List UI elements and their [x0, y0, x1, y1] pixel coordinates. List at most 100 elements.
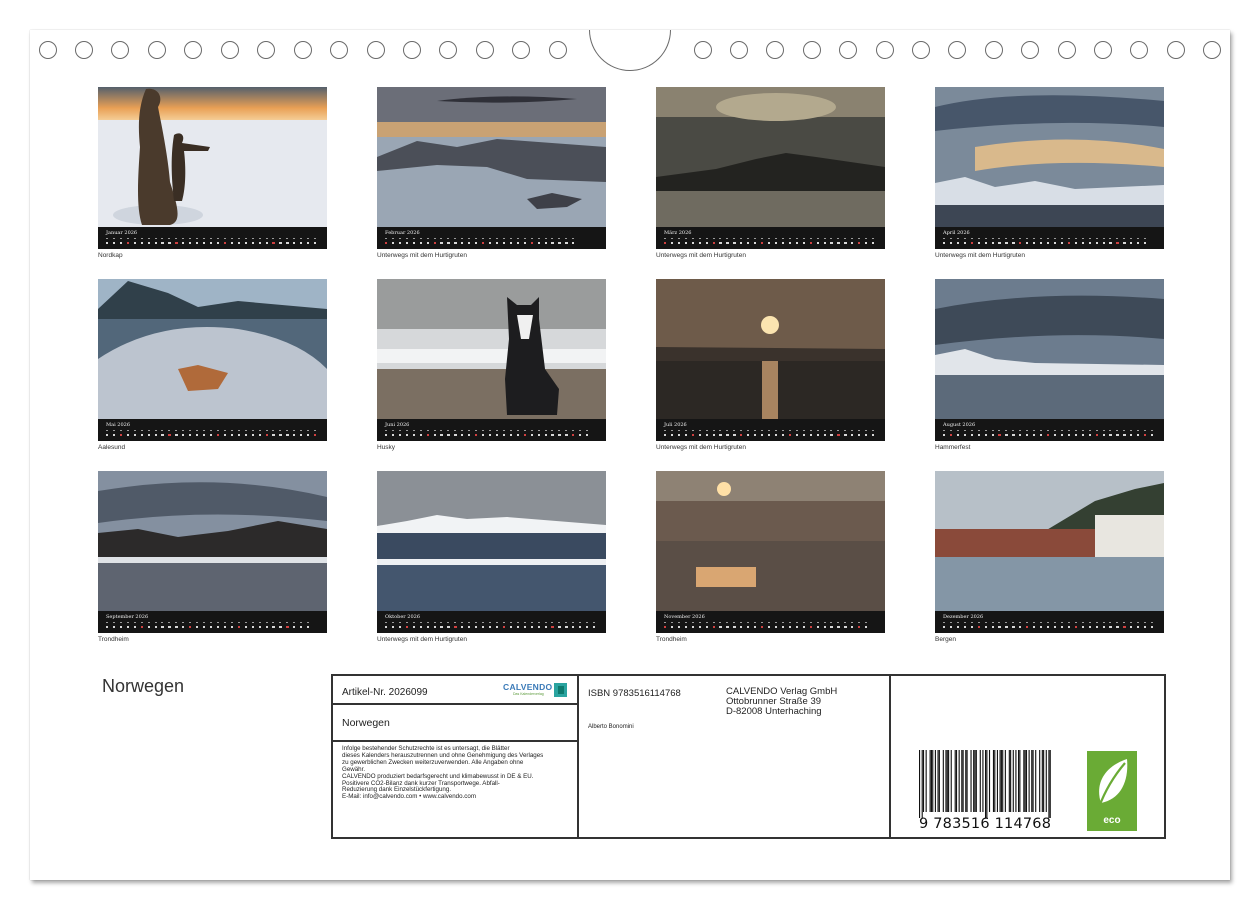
day-number-mark	[133, 434, 136, 436]
day-number-mark	[809, 434, 812, 436]
day-number-mark	[468, 434, 471, 436]
weekday-mark	[196, 622, 199, 624]
weekday-mark	[943, 430, 945, 432]
barcode-bar	[982, 750, 984, 812]
barcode-bar	[1002, 750, 1004, 812]
day-number-mark	[216, 626, 220, 628]
weekday-mark	[265, 622, 268, 624]
day-number-mark	[230, 626, 234, 628]
day-number-mark	[189, 626, 192, 628]
weekday-mark	[677, 238, 680, 240]
weekday-mark	[872, 430, 875, 432]
weekday-mark	[761, 430, 764, 432]
day-grid	[943, 238, 1158, 246]
weekday-mark	[223, 622, 226, 624]
weekday-mark	[1074, 238, 1077, 240]
day-number-mark	[733, 626, 736, 628]
month-label: März 2026	[664, 230, 692, 236]
weekday-mark	[502, 430, 505, 432]
barcode-bar	[965, 750, 967, 812]
day-number-mark	[1005, 434, 1008, 436]
day-number-mark	[433, 626, 436, 628]
day-number-mark	[991, 626, 994, 628]
weekday-mark	[788, 238, 791, 240]
weekday-mark	[1081, 238, 1084, 240]
day-number-mark	[1095, 434, 1098, 436]
day-number-mark	[433, 242, 436, 244]
calendar-strip: März 2026	[656, 227, 885, 249]
barcode-bar	[946, 750, 948, 812]
weekday-mark	[1005, 238, 1008, 240]
weekday-mark	[426, 238, 429, 240]
photo-caption: Bergen	[935, 636, 956, 643]
day-number-mark	[293, 626, 296, 628]
day-number-mark	[872, 434, 875, 436]
day-number-mark	[1033, 626, 1036, 628]
day-number-mark	[670, 434, 674, 436]
spiral-ring-icon	[148, 41, 166, 59]
weekday-mark	[286, 622, 289, 624]
weekday-mark	[293, 622, 296, 624]
day-number-mark	[509, 434, 513, 436]
day-number-mark	[984, 434, 987, 436]
month-thumbnail: Juli 2026 Unterwegs mit dem Hurtigruten	[656, 279, 885, 451]
weekday-mark	[1033, 238, 1036, 240]
weekday-mark	[795, 430, 798, 432]
month-label: Oktober 2026	[385, 614, 421, 620]
weekday-mark	[495, 238, 498, 240]
weekday-mark	[154, 238, 157, 240]
day-number-mark	[719, 242, 722, 244]
month-thumbnail: August 2026 Hammerfest	[935, 279, 1164, 451]
weekday-mark	[1137, 430, 1140, 432]
weekday-mark	[468, 622, 471, 624]
spiral-ring-icon	[839, 41, 857, 59]
spiral-ring-icon	[912, 41, 930, 59]
day-number-mark	[300, 434, 303, 436]
isbn: ISBN 9783516114768	[588, 688, 681, 699]
weekday-mark	[677, 622, 680, 624]
day-number-mark	[1102, 434, 1105, 436]
day-grid	[385, 430, 600, 438]
weekday-mark	[244, 238, 247, 240]
weekday-mark	[768, 430, 771, 432]
weekday-mark	[851, 622, 854, 624]
spiral-ring-icon	[948, 41, 966, 59]
day-number-mark	[516, 626, 519, 628]
weekday-mark	[1019, 238, 1022, 240]
article-number: Artikel-Nr. 2026099	[342, 687, 428, 698]
weekday-mark	[1088, 238, 1091, 240]
day-number-mark	[572, 626, 575, 628]
day-number-mark	[175, 242, 178, 244]
weekday-mark	[447, 622, 450, 624]
day-number-mark	[774, 242, 778, 244]
day-number-mark	[761, 434, 764, 436]
photo-caption: Trondheim	[98, 636, 129, 643]
day-number-mark	[572, 242, 575, 244]
spiral-ring-icon	[439, 41, 457, 59]
day-number-mark	[984, 242, 987, 244]
photo-image	[98, 279, 327, 419]
weekday-mark	[133, 622, 136, 624]
day-number-mark	[712, 434, 715, 436]
weekday-mark	[1095, 430, 1098, 432]
weekday-mark	[1081, 622, 1084, 624]
photo-image	[656, 279, 885, 419]
day-number-mark	[998, 626, 1001, 628]
weekday-mark	[1040, 238, 1043, 240]
weekday-mark	[196, 238, 199, 240]
day-number-mark	[495, 626, 499, 628]
day-number-mark	[175, 434, 178, 436]
day-number-mark	[182, 626, 185, 628]
weekday-mark	[1123, 238, 1126, 240]
barcode-bar	[938, 750, 940, 812]
day-number-mark	[412, 242, 415, 244]
day-number-mark	[454, 626, 457, 628]
weekday-mark	[768, 238, 771, 240]
weekday-mark	[126, 430, 129, 432]
weekday-mark	[677, 430, 680, 432]
weekday-mark	[509, 430, 512, 432]
day-number-mark	[203, 242, 206, 244]
day-number-mark	[1005, 626, 1008, 628]
day-number-mark	[210, 626, 213, 628]
day-number-mark	[468, 626, 471, 628]
